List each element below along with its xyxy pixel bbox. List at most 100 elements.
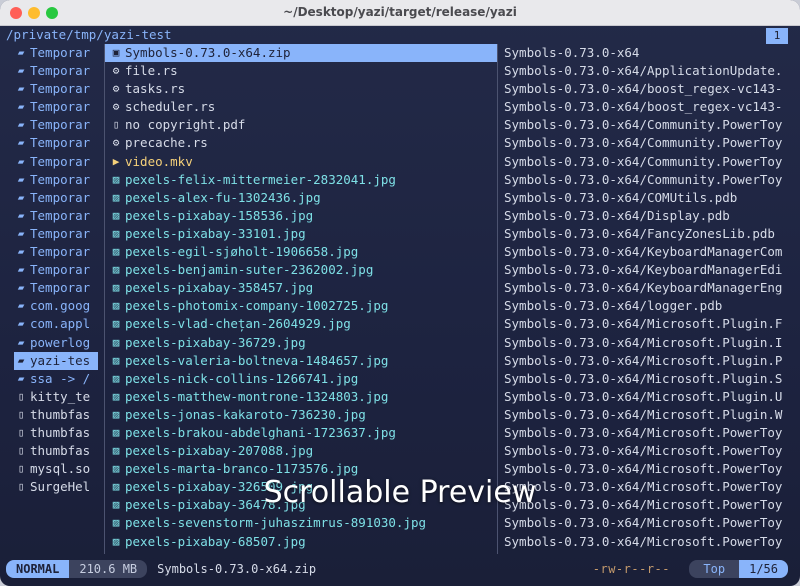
item-name: Temporar xyxy=(30,135,91,151)
folder-item[interactable]: ▰ Temporar xyxy=(14,80,98,98)
folder-icon: ▰ xyxy=(17,299,25,313)
archive-icon: ▣ xyxy=(112,46,120,59)
image-icon: ▨ xyxy=(112,317,120,331)
folder-item[interactable]: ▰ powerlog xyxy=(14,334,98,352)
folder-item[interactable]: ▰ Temporar xyxy=(14,44,98,62)
file-item[interactable]: ▨ pexels-brakou-abdelghani-1723637.jpg xyxy=(105,424,497,442)
file-item[interactable]: ⚙ tasks.rs xyxy=(105,80,497,98)
file-item[interactable]: ▨ pexels-sevenstorm-juhaszimrus-891030.jp… xyxy=(105,514,497,532)
file-item[interactable]: ▯ thumbfas xyxy=(14,406,98,424)
item-name: pexels-valeria-boltneva-1484657.jpg xyxy=(125,352,389,368)
archive-entry: Symbols-0.73.0-x64/Community.PowerToy xyxy=(504,135,783,151)
archive-entry: Symbols-0.73.0-x64/KeyboardManagerCom xyxy=(504,244,783,260)
file-item[interactable]: ▨ pexels-felix-mittermeier-2832041.jpg xyxy=(105,171,497,189)
file-item[interactable]: ▨ pexels-matthew-montrone-1324803.jpg xyxy=(105,388,497,406)
folder-icon: ▰ xyxy=(17,208,25,222)
item-name: pexels-vlad-chețan-2604929.jpg xyxy=(125,316,351,332)
folder-item[interactable]: ▰ Temporar xyxy=(14,261,98,279)
file-item[interactable]: ▨ pexels-pixabay-358457.jpg xyxy=(105,279,497,297)
file-item[interactable]: ▣ Symbols-0.73.0-x64.zip xyxy=(105,44,497,63)
archive-entry: Symbols-0.73.0-x64/ApplicationUpdate. xyxy=(504,63,783,79)
folder-item[interactable]: ▰ Temporar xyxy=(14,279,98,297)
file-item[interactable]: ▨ pexels-pixabay-33101.jpg xyxy=(105,225,497,243)
folder-item[interactable]: ▰ yazi-tes xyxy=(14,351,98,370)
item-name: pexels-brakou-abdelghani-1723637.jpg xyxy=(125,424,396,440)
item-name: pexels-nick-collins-1266741.jpg xyxy=(125,370,359,386)
archive-entry: Symbols-0.73.0-x64/Community.PowerToy xyxy=(504,117,783,133)
folder-item[interactable]: ▰ Temporar xyxy=(14,98,98,116)
file-item[interactable]: ▨ pexels-vlad-chețan-2604929.jpg xyxy=(105,315,497,333)
folder-symlink-icon: ▰ xyxy=(17,371,25,385)
item-name: pexels-pixabay-207088.jpg xyxy=(125,443,314,459)
file-item[interactable]: ▨ pexels-pixabay-68507.jpg xyxy=(105,533,497,551)
file-item[interactable]: ▨ pexels-pixabay-207088.jpg xyxy=(105,442,497,460)
image-icon: ▨ xyxy=(112,534,120,548)
folder-icon: ▰ xyxy=(17,118,25,132)
folder-item[interactable]: ▰ Temporar xyxy=(14,134,98,152)
file-item[interactable]: ▨ pexels-benjamin-suter-2362002.jpg xyxy=(105,261,497,279)
file-item[interactable]: ▨ pexels-photomix-company-1002725.jpg xyxy=(105,297,497,315)
folder-item[interactable]: ▰ Temporar xyxy=(14,207,98,225)
item-name: pexels-egil-sjøholt-1906658.jpg xyxy=(125,244,359,260)
image-icon: ▨ xyxy=(112,281,120,295)
archive-entry: Symbols-0.73.0-x64/KeyboardManagerEng xyxy=(504,280,783,296)
folder-item[interactable]: ▰ Temporar xyxy=(14,225,98,243)
file-item[interactable]: ▯ thumbfas xyxy=(14,442,98,460)
folder-item[interactable]: ▰ com.appl xyxy=(14,315,98,333)
item-name: com.appl xyxy=(30,316,91,332)
item-name: precache.rs xyxy=(125,135,208,151)
file-item[interactable]: ▯ kitty_te xyxy=(14,388,98,406)
file-item[interactable]: ⚙ scheduler.rs xyxy=(105,98,497,116)
folder-item[interactable]: ▰ Temporar xyxy=(14,243,98,261)
file-item[interactable]: ⚙ precache.rs xyxy=(105,134,497,152)
archive-entry: Symbols-0.73.0-x64/Microsoft.PowerToy xyxy=(504,533,783,549)
file-item[interactable]: ▨ pexels-pixabay-158536.jpg xyxy=(105,207,497,225)
file-item[interactable]: ▨ pexels-egil-sjøholt-1906658.jpg xyxy=(105,243,497,261)
archive-entry: Symbols-0.73.0-x64/Display.pdb xyxy=(504,207,730,223)
image-icon: ▨ xyxy=(112,389,120,403)
item-name: Temporar xyxy=(30,262,91,278)
item-name: pexels-sevenstorm-juhaszimrus-891030.jpg xyxy=(125,515,427,531)
item-name: scheduler.rs xyxy=(125,99,216,115)
file-item[interactable]: ▨ pexels-pixabay-36729.jpg xyxy=(105,334,497,352)
archive-entry: Symbols-0.73.0-x64/Microsoft.Plugin.I xyxy=(504,334,783,350)
image-icon: ▨ xyxy=(112,172,120,186)
file-item[interactable]: ▯ no copyright.pdf xyxy=(105,116,497,134)
file-item[interactable]: ▨ pexels-alex-fu-1302436.jpg xyxy=(105,189,497,207)
folder-item[interactable]: ▰ Temporar xyxy=(14,153,98,171)
folder-icon: ▰ xyxy=(17,64,25,78)
video-icon: ▶ xyxy=(112,154,120,168)
file-icon: ▯ xyxy=(17,389,25,403)
folder-item[interactable]: ▰ com.goog xyxy=(14,297,98,315)
archive-entry: Symbols-0.73.0-x64/logger.pdb xyxy=(504,298,723,314)
archive-entry: Symbols-0.73.0-x64/FancyZonesLib.pdb xyxy=(504,225,775,241)
folder-item[interactable]: ▰ Temporar xyxy=(14,62,98,80)
folder-item[interactable]: ▰ ssa -> / xyxy=(14,370,98,388)
archive-entry: Symbols-0.73.0-x64/Microsoft.Plugin.U xyxy=(504,388,783,404)
folder-item[interactable]: ▰ Temporar xyxy=(14,189,98,207)
folder-icon: ▰ xyxy=(17,100,25,114)
archive-entry: Symbols-0.73.0-x64/boost_regex-vc143- xyxy=(504,81,783,97)
item-name: ssa -> / xyxy=(30,370,91,386)
folder-item[interactable]: ▰ Temporar xyxy=(14,171,98,189)
file-item[interactable]: ▨ pexels-nick-collins-1266741.jpg xyxy=(105,370,497,388)
tab-indicator[interactable]: 1 xyxy=(766,28,788,44)
archive-entry: Symbols-0.73.0-x64/Microsoft.PowerToy xyxy=(504,424,783,440)
file-item[interactable]: ▶ video.mkv xyxy=(105,153,497,171)
folder-item[interactable]: ▰ Temporar xyxy=(14,116,98,134)
file-item[interactable]: ⚙ file.rs xyxy=(105,62,497,80)
item-name: pexels-alex-fu-1302436.jpg xyxy=(125,189,321,205)
current-path: /private/tmp/yazi-test xyxy=(6,27,172,42)
folder-icon: ▰ xyxy=(17,190,25,204)
file-item[interactable]: ▯ thumbfas xyxy=(14,424,98,442)
item-name: Temporar xyxy=(30,225,91,241)
title-bar: ~/Desktop/yazi/target/release/yazi xyxy=(0,0,800,26)
item-name: pexels-felix-mittermeier-2832041.jpg xyxy=(125,171,396,187)
file-item[interactable]: ▨ pexels-valeria-boltneva-1484657.jpg xyxy=(105,352,497,370)
file-item[interactable]: ▨ pexels-jonas-kakaroto-736230.jpg xyxy=(105,406,497,424)
item-name: pexels-photomix-company-1002725.jpg xyxy=(125,298,389,314)
image-icon: ▨ xyxy=(112,245,120,259)
item-name: Temporar xyxy=(30,81,91,97)
archive-entry: Symbols-0.73.0-x64/Microsoft.Plugin.W xyxy=(504,406,783,422)
image-icon: ▨ xyxy=(112,425,120,439)
